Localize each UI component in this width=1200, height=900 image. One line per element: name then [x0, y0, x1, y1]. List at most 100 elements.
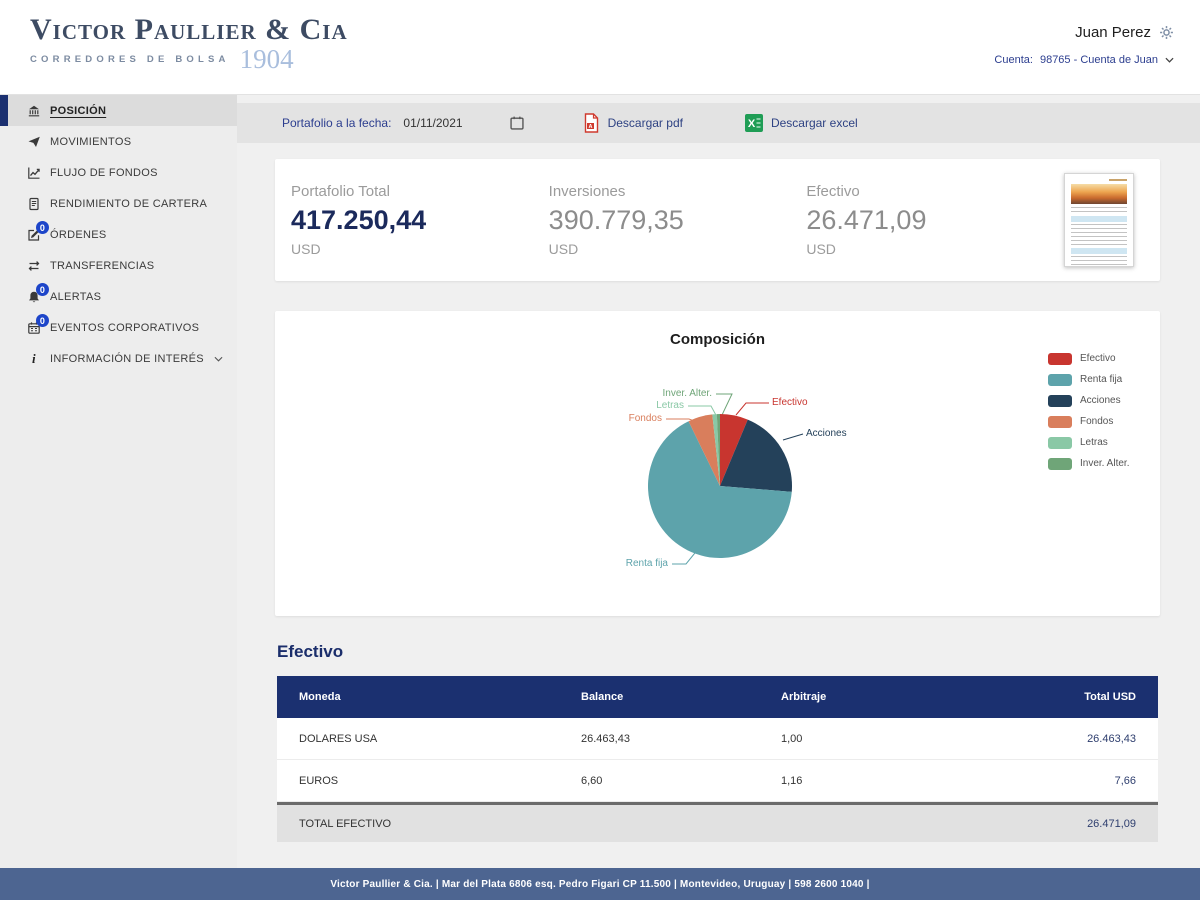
thumb-title-line: [1109, 179, 1128, 181]
legend-item-letras[interactable]: Letras: [1048, 432, 1129, 453]
sidebar: POSICIÓN MOVIMIENTOS FLUJO DE FONDOS REN…: [0, 95, 237, 868]
thumb-highlight-band: [1071, 248, 1128, 254]
download-excel-label: Descargar excel: [770, 116, 858, 130]
download-pdf-button[interactable]: A Descargar pdf: [583, 113, 683, 133]
sidebar-item-ordenes[interactable]: 0 ÓRDENES: [0, 219, 237, 250]
account-selector[interactable]: Cuenta: 98765 - Cuenta de Juan: [994, 54, 1174, 66]
company-logo[interactable]: Victor Paullier & Cia CORREDORES DE BOLS…: [30, 13, 348, 73]
cell-moneda: EUROS: [299, 774, 339, 787]
sidebar-item-informacion-de-interes[interactable]: i INFORMACIÓN DE INTERÉS: [0, 343, 237, 374]
pie-label-acciones: Acciones: [806, 428, 847, 439]
main-content: Portafolio a la fecha: 01/11/2021 A Desc…: [237, 95, 1200, 868]
user-box: Juan Perez Cuenta: 98765 - Cuenta de Jua…: [994, 24, 1174, 66]
svg-text:A: A: [588, 124, 592, 130]
sidebar-item-flujo-de-fondos[interactable]: FLUJO DE FONDOS: [0, 157, 237, 188]
download-pdf-label: Descargar pdf: [607, 116, 683, 130]
col-header-total-usd: Total USD: [1084, 691, 1136, 703]
legend-item-renta-fija[interactable]: Renta fija: [1048, 369, 1129, 390]
excel-file-icon: X: [744, 114, 763, 132]
table-row: EUROS 6,60 1,16 7,66: [277, 760, 1158, 802]
summary-currency: USD: [548, 241, 579, 257]
summary-value: 26.471,09: [806, 205, 927, 235]
chevron-down-icon: [1165, 57, 1174, 63]
composition-chart-card: Composición Efectivo Acciones Renta fija: [275, 311, 1160, 616]
summary-inversiones: Inversiones 390.779,35 USD: [549, 183, 807, 257]
summary-label: Efectivo: [806, 183, 860, 200]
sidebar-item-movimientos[interactable]: MOVIMIENTOS: [0, 126, 237, 157]
company-tagline: CORREDORES DE BOLSA: [30, 54, 230, 65]
legend-label: Acciones: [1080, 395, 1121, 406]
sidebar-item-label: ÓRDENES: [50, 228, 107, 241]
pie-chart[interactable]: [275, 336, 1160, 616]
sidebar-item-transferencias[interactable]: TRANSFERENCIAS: [0, 250, 237, 281]
sidebar-item-posicion[interactable]: POSICIÓN: [0, 95, 237, 126]
legend-label: Inver. Alter.: [1080, 458, 1130, 469]
pencil-icon: 0: [26, 221, 49, 242]
sidebar-item-label: RENDIMIENTO DE CARTERA: [50, 197, 208, 210]
summary-label: Portafolio Total: [291, 183, 390, 200]
cash-section-title: Efectivo: [277, 642, 344, 661]
summary-card: Portafolio Total 417.250,44 USD Inversio…: [275, 159, 1160, 281]
thumb-text-lines: [1071, 207, 1128, 214]
thumb-highlight-band: [1071, 216, 1128, 222]
table-total-row: TOTAL EFECTIVO 26.471,09: [277, 802, 1158, 842]
chevron-down-icon: [214, 356, 223, 362]
legend-label: Renta fija: [1080, 374, 1123, 385]
pdf-file-icon: A: [583, 113, 600, 133]
summary-label: Inversiones: [548, 183, 626, 200]
legend-swatch: [1048, 415, 1072, 428]
cell-total-usd: 7,66: [1114, 774, 1136, 787]
pie-label-efectivo: Efectivo: [772, 397, 808, 408]
legend-item-efectivo[interactable]: Efectivo: [1048, 348, 1129, 369]
sidebar-item-label: EVENTOS CORPORATIVOS: [50, 321, 200, 334]
summary-currency: USD: [291, 241, 321, 257]
legend-swatch: [1048, 352, 1072, 365]
legend-label: Fondos: [1080, 416, 1114, 427]
gear-icon[interactable]: [1159, 25, 1174, 40]
sidebar-item-label: POSICIÓN: [50, 104, 107, 117]
legend-item-inver-alter[interactable]: Inver. Alter.: [1048, 453, 1129, 474]
total-value: 26.471,09: [1087, 817, 1136, 830]
sidebar-item-label: TRANSFERENCIAS: [50, 259, 155, 272]
summary-currency: USD: [806, 241, 836, 257]
cell-balance: 6,60: [581, 774, 603, 787]
cash-table-header: Moneda Balance Arbitraje Total USD: [277, 676, 1158, 718]
account-value: 98765 - Cuenta de Juan: [1039, 54, 1158, 66]
report-document-thumbnail[interactable]: [1064, 173, 1135, 267]
calendar-icon[interactable]: [509, 115, 525, 131]
header: Victor Paullier & Cia CORREDORES DE BOLS…: [0, 0, 1200, 95]
sidebar-item-label: MOVIMIENTOS: [50, 135, 132, 148]
pie-label-fondos: Fondos: [628, 413, 662, 424]
pie-label-renta-fija: Renta fija: [625, 558, 668, 569]
cell-balance: 26.463,43: [581, 732, 630, 745]
user-name: Juan Perez: [1075, 24, 1151, 41]
sidebar-item-label: INFORMACIÓN DE INTERÉS: [50, 352, 204, 365]
sidebar-item-label: FLUJO DE FONDOS: [50, 166, 158, 179]
summary-value: 390.779,35: [548, 205, 684, 235]
thumb-text-lines: [1071, 256, 1128, 265]
bell-icon: 0: [26, 283, 49, 304]
bank-icon: [26, 103, 42, 118]
sidebar-item-eventos-corporativos[interactable]: 0 EVENTOS CORPORATIVOS: [0, 312, 237, 343]
legend-swatch: [1048, 373, 1072, 386]
summary-portfolio-total: Portafolio Total 417.250,44 USD: [291, 183, 549, 257]
legend-item-fondos[interactable]: Fondos: [1048, 411, 1129, 432]
account-label: Cuenta:: [994, 54, 1033, 66]
company-name: Victor Paullier & Cia: [30, 13, 348, 46]
download-excel-button[interactable]: X Descargar excel: [744, 114, 858, 132]
sidebar-item-rendimiento-de-cartera[interactable]: RENDIMIENTO DE CARTERA: [0, 188, 237, 219]
portfolio-date-value[interactable]: 01/11/2021: [403, 116, 462, 130]
info-icon: i: [32, 350, 36, 366]
legend-swatch: [1048, 436, 1072, 449]
thumb-city-image: [1071, 184, 1128, 204]
footer: Victor Paullier & Cia. | Mar del Plata 6…: [0, 868, 1200, 900]
footer-text: Victor Paullier & Cia. | Mar del Plata 6…: [330, 878, 870, 890]
table-row: DOLARES USA 26.463,43 1,00 26.463,43: [277, 718, 1158, 760]
app-window: Victor Paullier & Cia CORREDORES DE BOLS…: [0, 0, 1200, 900]
orders-badge: 0: [36, 221, 49, 234]
total-label: TOTAL EFECTIVO: [299, 817, 392, 830]
chart-legend: Efectivo Renta fija Acciones Fondos Letr…: [1048, 348, 1129, 474]
col-header-moneda: Moneda: [299, 691, 341, 703]
sidebar-item-alertas[interactable]: 0 ALERTAS: [0, 281, 237, 312]
legend-item-acciones[interactable]: Acciones: [1048, 390, 1129, 411]
